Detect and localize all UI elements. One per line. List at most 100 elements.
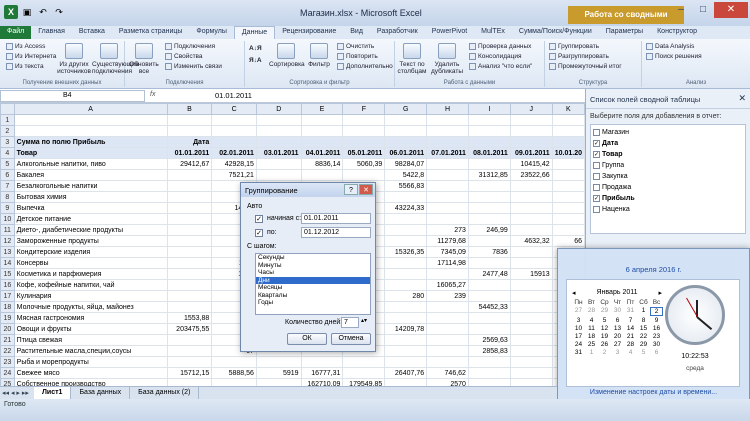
field-checkbox[interactable]	[593, 206, 600, 213]
tab-formulas[interactable]: Формулы	[189, 26, 233, 39]
cell[interactable]: Выпечка	[13, 202, 168, 214]
tab-page-layout[interactable]: Разметка страницы	[112, 26, 190, 39]
calendar-day[interactable]: 2	[598, 349, 611, 356]
column-header[interactable]: G	[384, 103, 428, 115]
cell[interactable]: Замороженные продукты	[13, 235, 168, 247]
field-checkbox[interactable]: ✓	[593, 140, 600, 147]
advanced-filter-button[interactable]: Дополнительно	[337, 63, 393, 70]
calendar-day[interactable]: 31	[624, 307, 637, 316]
save-icon[interactable]: ▣	[20, 5, 34, 19]
cell[interactable]: Дата	[166, 136, 213, 148]
column-header[interactable]: D	[255, 103, 302, 115]
cell[interactable]	[300, 169, 344, 181]
row-header[interactable]: 12	[0, 235, 15, 247]
calendar-day[interactable]: 30	[611, 307, 624, 316]
row-header[interactable]: 22	[0, 345, 15, 357]
cell[interactable]: 5919	[255, 367, 302, 379]
cell[interactable]: 5422,8	[384, 169, 428, 181]
sort-button[interactable]: Сортировка	[269, 43, 305, 68]
cell[interactable]: Птица свежая	[13, 334, 168, 346]
cell[interactable]: 31312,85	[467, 169, 511, 181]
cell[interactable]	[467, 235, 511, 247]
calendar-day[interactable]: 28	[585, 307, 598, 316]
cell[interactable]	[426, 169, 469, 181]
cell[interactable]: 2477,48	[467, 268, 511, 280]
column-header[interactable]: J	[509, 103, 553, 115]
column-header[interactable]: E	[300, 103, 344, 115]
cell[interactable]: Рыба и морепродукты	[13, 356, 168, 368]
row-header[interactable]: 19	[0, 312, 15, 324]
from-access-button[interactable]: Из Access	[6, 43, 45, 50]
step-option[interactable]: Часы	[256, 269, 370, 277]
change-datetime-link[interactable]: Изменение настроек даты и времени...	[558, 389, 749, 396]
from-text-button[interactable]: Из текста	[6, 63, 44, 70]
calendar-day[interactable]: 29	[598, 307, 611, 316]
tab-insert[interactable]: Вставка	[72, 26, 112, 39]
cell[interactable]: Собственное производство	[13, 378, 168, 386]
cell[interactable]	[211, 356, 257, 368]
minimize-icon[interactable]: –	[670, 2, 692, 18]
cell[interactable]: 280	[384, 290, 428, 302]
calendar-day[interactable]: 26	[598, 341, 611, 348]
row-header[interactable]: 4	[0, 147, 15, 159]
cell[interactable]	[166, 279, 213, 291]
row-header[interactable]: 1	[0, 114, 15, 126]
cell[interactable]	[509, 301, 553, 313]
cell[interactable]	[467, 202, 511, 214]
calendar-day[interactable]: 23	[650, 333, 663, 340]
cell[interactable]	[426, 268, 469, 280]
cell[interactable]: 29412,67	[166, 158, 213, 170]
remove-duplicates-button[interactable]: Удалить дубликаты	[429, 43, 465, 75]
sheet-tab[interactable]: База данных (2)	[130, 387, 200, 399]
row-header[interactable]: 2	[0, 125, 15, 137]
cell[interactable]	[426, 158, 469, 170]
row-header[interactable]: 7	[0, 180, 15, 192]
maximize-icon[interactable]: □	[692, 2, 714, 18]
row-header[interactable]: 10	[0, 213, 15, 225]
cell[interactable]	[467, 213, 511, 225]
cell[interactable]: 7836	[467, 246, 511, 258]
calendar-day[interactable]: 3	[572, 317, 585, 324]
field-checkbox[interactable]	[593, 162, 600, 169]
field-item[interactable]: ✓ Прибыль	[593, 193, 743, 204]
cell[interactable]: 2570	[426, 378, 469, 386]
calendar-day[interactable]: 24	[572, 341, 585, 348]
field-item[interactable]: ✓ Товар	[593, 149, 743, 160]
cell[interactable]	[551, 136, 585, 148]
cell[interactable]: Детское питание	[13, 213, 168, 225]
cell[interactable]	[509, 356, 553, 368]
fx-icon[interactable]: fx	[150, 91, 155, 98]
cell[interactable]: 162710,09	[300, 378, 344, 386]
calendar-day[interactable]: 19	[598, 333, 611, 340]
cell[interactable]	[509, 213, 553, 225]
cell[interactable]	[384, 279, 428, 291]
name-box[interactable]: B4	[0, 90, 145, 102]
field-checkbox[interactable]	[593, 173, 600, 180]
cell[interactable]	[166, 301, 213, 313]
cell[interactable]: 2569,63	[467, 334, 511, 346]
cell[interactable]	[384, 268, 428, 280]
cell[interactable]: 98284,07	[384, 158, 428, 170]
cell[interactable]: Кулинария	[13, 290, 168, 302]
column-header[interactable]: B	[166, 103, 213, 115]
sheet-tab[interactable]: Лист1	[34, 387, 72, 399]
column-header[interactable]: A	[13, 103, 168, 115]
cell[interactable]	[384, 334, 428, 346]
cell[interactable]: 15913	[509, 268, 553, 280]
cell[interactable]	[166, 290, 213, 302]
row-header[interactable]: 23	[0, 356, 15, 368]
cell[interactable]: 16065,27	[426, 279, 469, 291]
end-input[interactable]: 01.12.2012	[301, 227, 371, 238]
tab-file[interactable]: Файл	[0, 26, 32, 39]
cell[interactable]: 5060,39	[342, 158, 386, 170]
cell[interactable]	[467, 323, 511, 335]
tab-view[interactable]: Вид	[343, 26, 370, 39]
cell[interactable]: 14209,78	[384, 323, 428, 335]
cell[interactable]: 15712,15	[166, 367, 213, 379]
group-button[interactable]: Группировать	[549, 43, 599, 50]
cell[interactable]	[551, 169, 585, 181]
properties-button[interactable]: Свойства	[165, 53, 203, 60]
close-icon[interactable]: ✕	[714, 2, 748, 18]
cell[interactable]	[509, 136, 553, 148]
sheet-nav-icon[interactable]: ◂◂ ◂ ▸ ▸▸	[0, 387, 34, 399]
